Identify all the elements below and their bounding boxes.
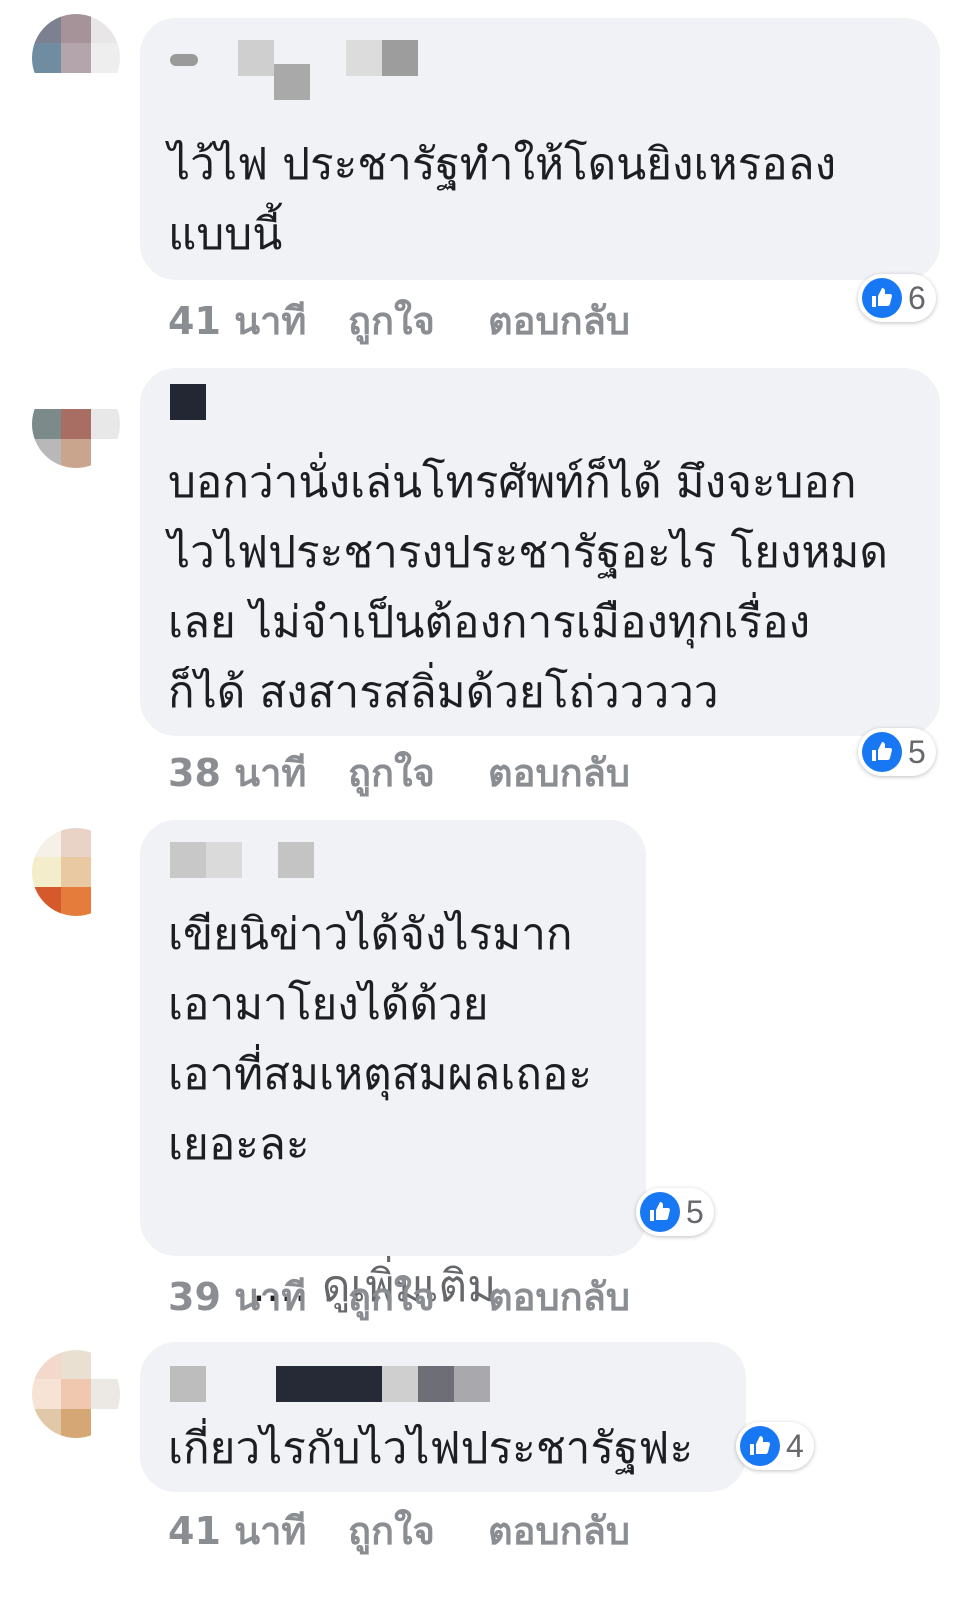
commenter-name-redacted[interactable] (170, 842, 314, 878)
comment-bubble: เขียนิข่าวได้จังไรมาก เอามาโยงได้ด้วย เอ… (140, 820, 646, 1312)
like-button[interactable]: ถูกใจ (348, 290, 488, 351)
comment-bubble: ไว้ไฟ ประชารัฐทำให้โดนยิงเหรอลง แบบนี้ (140, 18, 940, 280)
comment-timestamp[interactable]: 38 นาที (168, 742, 348, 803)
commenter-name-redacted[interactable] (170, 40, 418, 100)
reply-button[interactable]: ตอบกลับ (488, 1500, 688, 1561)
thumbs-up-icon (862, 278, 902, 318)
avatar[interactable] (32, 828, 120, 916)
comment-timestamp[interactable]: 41 นาที (168, 290, 348, 351)
like-button[interactable]: ถูกใจ (348, 1500, 488, 1561)
reaction-count: 5 (908, 733, 926, 770)
reaction-summary[interactable]: 5 (636, 1188, 714, 1236)
thumbs-up-icon (640, 1192, 680, 1232)
reaction-count: 4 (786, 1427, 804, 1464)
comment-text: บอกว่านั่งเล่นโทรศัพท์ก็ได้ มึงจะบอก ไวไ… (168, 457, 888, 718)
avatar[interactable] (32, 14, 120, 102)
reply-button[interactable]: ตอบกลับ (488, 742, 688, 803)
comment-bubble: เกี่ยวไรกับไวไฟประชารัฐฟะ (140, 1342, 746, 1492)
reaction-summary[interactable]: 6 (858, 274, 936, 322)
comment-timestamp[interactable]: 41 นาที (168, 1500, 348, 1561)
thumbs-up-icon (862, 732, 902, 772)
reply-button[interactable]: ตอบกลับ (488, 1266, 688, 1327)
comment-bubble: บอกว่านั่งเล่นโทรศัพท์ก็ได้ มึงจะบอก ไวไ… (140, 368, 940, 736)
comment-timestamp[interactable]: 39 นาที (168, 1266, 348, 1327)
avatar[interactable] (32, 1350, 120, 1438)
reaction-summary[interactable]: 4 (736, 1422, 814, 1470)
reaction-count: 6 (908, 279, 926, 316)
like-button[interactable]: ถูกใจ (348, 742, 488, 803)
commenter-name-redacted[interactable] (170, 1366, 490, 1402)
avatar[interactable] (32, 380, 120, 468)
comment-text: เขียนิข่าวได้จังไรมาก เอามาโยงได้ด้วย เอ… (168, 909, 592, 1170)
reaction-summary[interactable]: 5 (858, 728, 936, 776)
like-button[interactable]: ถูกใจ (348, 1266, 488, 1327)
reply-button[interactable]: ตอบกลับ (488, 290, 688, 351)
reaction-count: 5 (686, 1193, 704, 1230)
comment-text: เกี่ยวไรกับไวไฟประชารัฐฟะ (168, 1423, 694, 1474)
thumbs-up-icon (740, 1426, 780, 1466)
comment-text: ไว้ไฟ ประชารัฐทำให้โดนยิงเหรอลง แบบนี้ (168, 139, 837, 260)
commenter-name-redacted[interactable] (170, 384, 206, 420)
